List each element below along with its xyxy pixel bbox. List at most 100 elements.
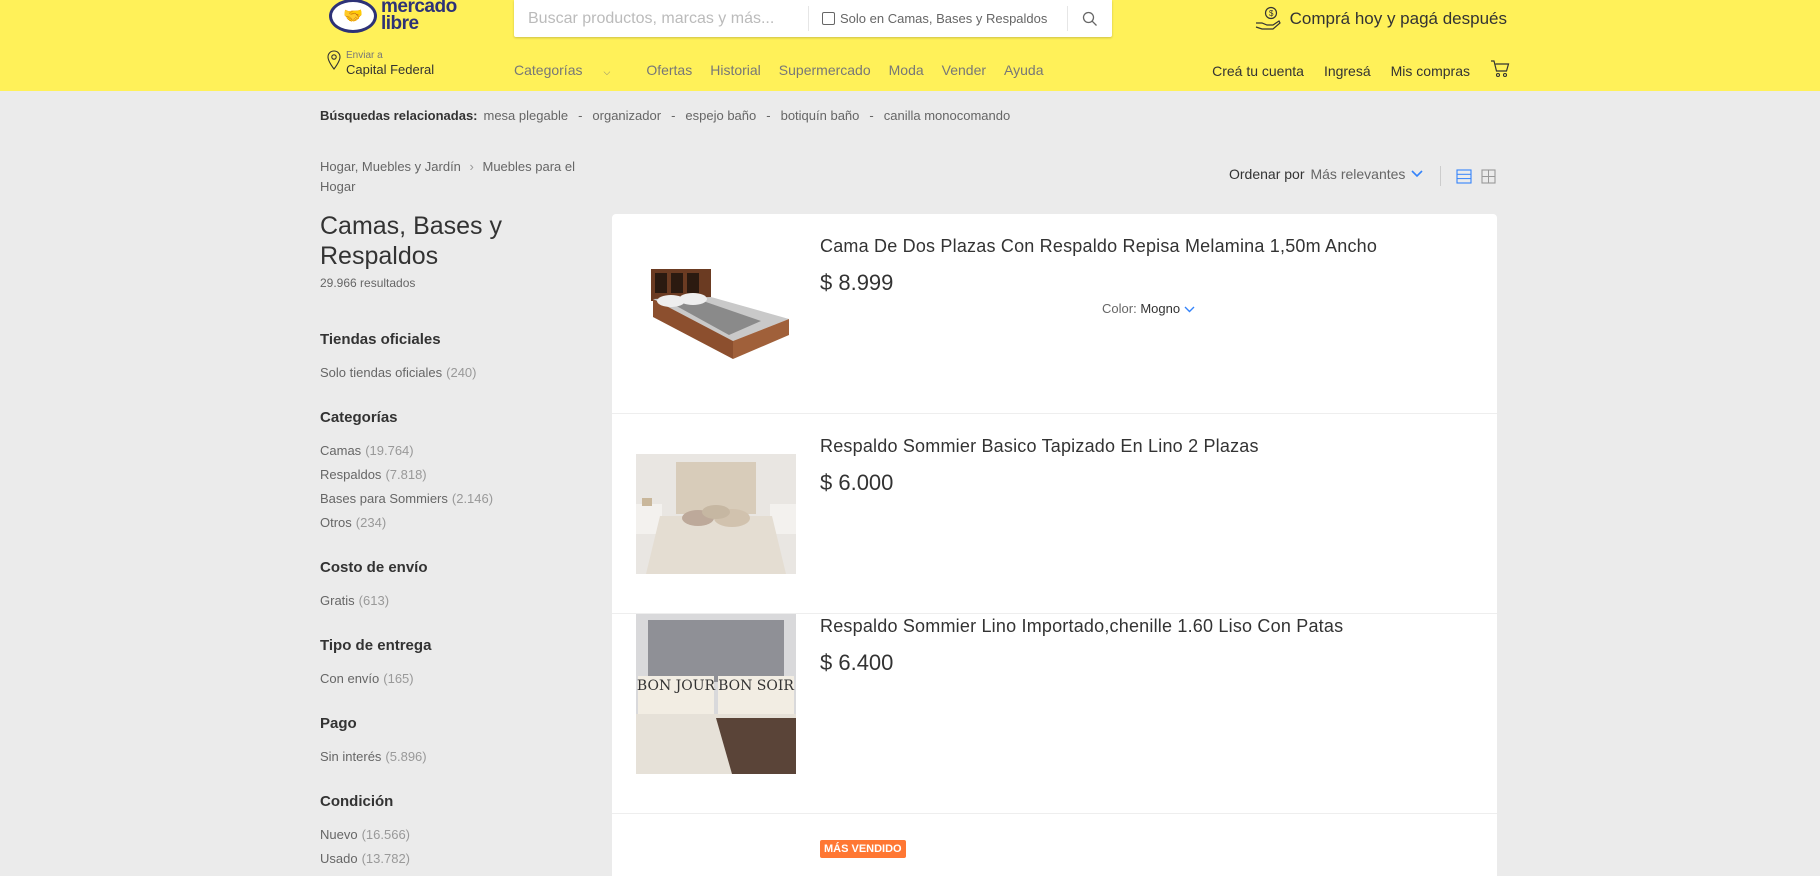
filter-group-envio: Costo de envío Gratis (613) <box>320 559 580 613</box>
search-icon <box>1082 11 1097 26</box>
location-label: Enviar a <box>346 50 383 61</box>
color-value: Mogno <box>1140 301 1181 316</box>
grid-view-icon <box>1481 169 1496 184</box>
filter-option[interactable]: Con envío (165) <box>320 667 580 691</box>
headboard-image <box>636 454 796 574</box>
sort-label: Ordenar por <box>1229 166 1305 182</box>
filter-option[interactable]: Respaldos (7.818) <box>320 463 580 487</box>
product-image[interactable]: BON JOUR BON SOIR <box>636 614 796 774</box>
nav-moda[interactable]: Moda <box>889 62 924 78</box>
filter-option[interactable]: Otros (234) <box>320 511 580 535</box>
header: 🤝 mercado libre Solo en Camas, Bases y R… <box>0 0 1820 91</box>
product-title[interactable]: Respaldo Sommier Basico Tapizado En Lino… <box>820 436 1259 457</box>
product-card[interactable]: BON JOUR BON SOIR Respaldo Sommier Lino … <box>612 614 1497 814</box>
bed-image <box>651 269 789 359</box>
related-link[interactable]: espejo baño <box>685 108 756 123</box>
divider <box>808 6 809 31</box>
account-nav: Creá tu cuenta Ingresá Mis compras <box>1192 60 1510 81</box>
nav-historial[interactable]: Historial <box>710 62 761 78</box>
filter-option[interactable]: Sin interés (5.896) <box>320 745 580 769</box>
logo-text: mercado libre <box>381 0 457 34</box>
separator: - <box>671 108 676 123</box>
filter-title: Costo de envío <box>320 559 428 576</box>
promo-banner[interactable]: $ Comprá hoy y pagá después <box>1254 0 1507 38</box>
money-hand-icon: $ <box>1255 6 1281 30</box>
divider <box>1440 166 1441 186</box>
nav-ayuda[interactable]: Ayuda <box>1004 62 1043 78</box>
search-scope-checkbox[interactable]: Solo en Camas, Bases y Respaldos <box>822 0 1047 37</box>
pillow-text-right: BON SOIR <box>718 678 794 694</box>
related-link[interactable]: organizador <box>592 108 661 123</box>
chevron-down-icon: ⌵ <box>603 67 611 77</box>
nav-categorias[interactable]: Categorías ⌵ <box>514 62 628 78</box>
separator: - <box>578 108 583 123</box>
related-link[interactable]: mesa plegable <box>484 108 569 123</box>
product-image[interactable] <box>636 434 796 594</box>
search-bar: Solo en Camas, Bases y Respaldos <box>514 0 1112 37</box>
search-scope-label: Solo en Camas, Bases y Respaldos <box>840 11 1048 26</box>
results-list: Cama De Dos Plazas Con Respaldo Repisa M… <box>612 214 1497 876</box>
sort-value: Más relevantes <box>1310 166 1406 182</box>
related-label: Búsquedas relacionadas: <box>320 108 478 123</box>
product-card[interactable]: Respaldo Sommier Basico Tapizado En Lino… <box>612 414 1497 614</box>
filter-title: Pago <box>320 715 357 732</box>
nav-ofertas[interactable]: Ofertas <box>646 62 692 78</box>
shipping-location[interactable]: Enviar a Capital Federal <box>327 50 434 78</box>
filter-title: Tiendas oficiales <box>320 331 441 348</box>
pillow-text-left: BON JOUR <box>637 678 716 694</box>
my-purchases-link[interactable]: Mis compras <box>1391 63 1470 79</box>
product-card[interactable]: Cama De Dos Plazas Con Respaldo Repisa M… <box>612 214 1497 414</box>
chevron-right-icon: › <box>469 159 474 174</box>
product-color-selector[interactable]: Color: Mogno <box>1102 301 1195 316</box>
filter-group-condicion: Condición Nuevo (16.566) Usado (13.782) <box>320 793 580 871</box>
nav-vender[interactable]: Vender <box>942 62 986 78</box>
sort-control[interactable]: Ordenar por Más relevantes <box>1229 166 1423 182</box>
chevron-down-icon <box>1411 170 1423 178</box>
results-count: 29.966 resultados <box>320 276 416 290</box>
search-button[interactable] <box>1068 0 1112 37</box>
list-view-button[interactable] <box>1456 169 1472 189</box>
filter-title: Categorías <box>320 409 398 426</box>
filter-title: Condición <box>320 793 394 810</box>
cart-button[interactable] <box>1490 60 1510 81</box>
page-title: Camas, Bases y Respaldos <box>320 212 503 270</box>
product-price: $ 6.400 <box>820 650 894 675</box>
grid-view-button[interactable] <box>1481 169 1496 189</box>
best-seller-badge: MÁS VENDIDO <box>820 840 906 858</box>
mercadolibre-logo[interactable]: 🤝 mercado libre <box>329 0 457 36</box>
product-title[interactable]: Cama De Dos Plazas Con Respaldo Repisa M… <box>820 236 1377 257</box>
filter-option[interactable]: Gratis (613) <box>320 589 580 613</box>
separator: - <box>766 108 771 123</box>
location-pin-icon <box>327 50 341 70</box>
login-link[interactable]: Ingresá <box>1324 63 1371 79</box>
list-view-icon <box>1456 169 1472 184</box>
filter-option[interactable]: Usado (13.782) <box>320 847 580 871</box>
cart-icon <box>1491 60 1510 78</box>
filter-option[interactable]: Solo tiendas oficiales (240) <box>320 361 580 385</box>
location-value: Capital Federal <box>346 62 435 77</box>
main-nav: Categorías ⌵ Ofertas Historial Supermerca… <box>514 62 1061 78</box>
checkbox[interactable] <box>822 12 835 25</box>
headboard-bonjour-image: BON JOUR BON SOIR <box>636 614 796 774</box>
related-searches: Búsquedas relacionadas: mesa plegable - … <box>320 108 1010 123</box>
filter-group-tiendas: Tiendas oficiales Solo tiendas oficiales… <box>320 331 580 385</box>
separator: - <box>869 108 874 123</box>
handshake-icon: 🤝 <box>329 0 377 33</box>
chevron-down-icon <box>1184 306 1195 313</box>
nav-supermercado[interactable]: Supermercado <box>779 62 871 78</box>
filters-sidebar: Tiendas oficiales Solo tiendas oficiales… <box>320 331 580 876</box>
promo-text: Comprá hoy y pagá después <box>1289 9 1507 28</box>
related-link[interactable]: canilla monocomando <box>884 108 1010 123</box>
search-input[interactable] <box>514 0 808 37</box>
filter-group-entrega: Tipo de entrega Con envío (165) <box>320 637 580 691</box>
filter-option[interactable]: Camas (19.764) <box>320 439 580 463</box>
create-account-link[interactable]: Creá tu cuenta <box>1212 63 1304 79</box>
location-text: Enviar a Capital Federal <box>346 50 434 78</box>
filter-option[interactable]: Bases para Sommiers (2.146) <box>320 487 580 511</box>
product-title[interactable]: Respaldo Sommier Lino Importado,chenille… <box>820 616 1343 637</box>
product-image[interactable] <box>636 234 796 394</box>
breadcrumb-level-1[interactable]: Hogar, Muebles y Jardín <box>320 159 461 174</box>
related-link[interactable]: botiquín baño <box>781 108 860 123</box>
filter-group-pago: Pago Sin interés (5.896) <box>320 715 580 769</box>
filter-option[interactable]: Nuevo (16.566) <box>320 823 580 847</box>
